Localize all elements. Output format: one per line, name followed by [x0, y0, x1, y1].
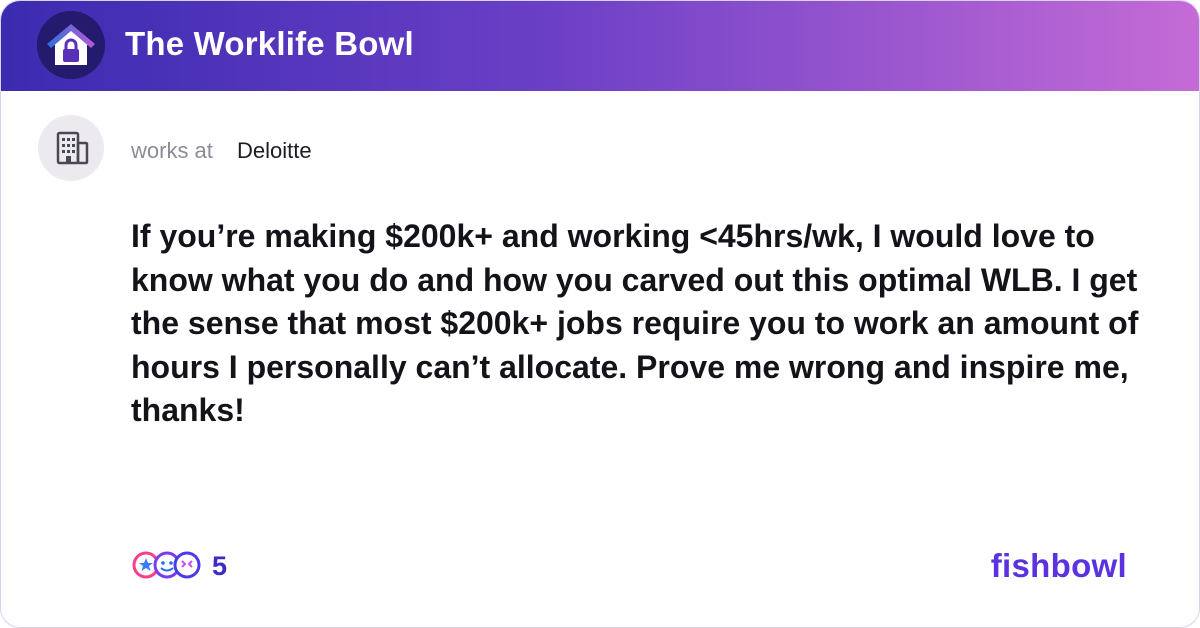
company-avatar: [38, 115, 104, 181]
bowl-header: The Worklife Bowl: [1, 1, 1199, 91]
reaction-icons[interactable]: [131, 550, 201, 580]
fishbowl-logo[interactable]: fishbowl: [991, 547, 1127, 585]
house-lock-icon: [37, 11, 105, 79]
building-icon: [56, 131, 89, 165]
company-name[interactable]: Deloitte: [237, 138, 312, 164]
works-at-label: works at: [131, 138, 213, 163]
bowl-logo[interactable]: [37, 11, 105, 79]
reaction-emoji-icons: [132, 551, 201, 579]
post-card: The Worklife Bowl works at Deloitte If y…: [0, 0, 1200, 628]
bowl-title[interactable]: The Worklife Bowl: [125, 25, 414, 63]
post-body: If you’re making $200k+ and working <45h…: [131, 218, 1139, 428]
reaction-count[interactable]: 5: [212, 551, 227, 582]
